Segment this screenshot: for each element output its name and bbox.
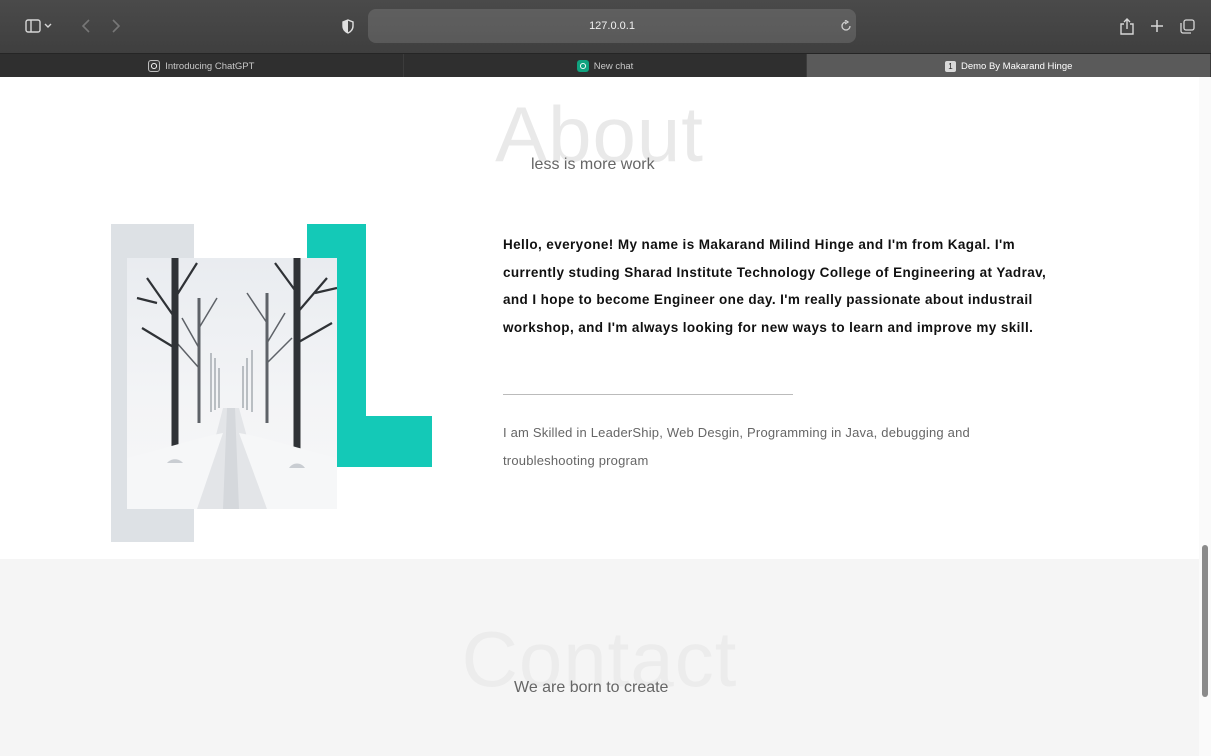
chatgpt-icon <box>148 60 161 72</box>
tab-label: Demo By Makarand Hinge <box>960 60 1073 72</box>
sidebar-toggle-icon[interactable] <box>24 16 54 36</box>
about-bio-text: Hello, everyone! My name is Makarand Mil… <box>503 237 1047 335</box>
scrollbar-thumb[interactable] <box>1202 545 1208 697</box>
contact-section: Contact We are born to create <box>0 559 1199 756</box>
page-viewport: About less is more work Hello, everyone!… <box>0 77 1199 756</box>
winter-trees-photo <box>127 258 337 509</box>
tab-demo-by-makarand-hinge[interactable]: 1 Demo By Makarand Hinge <box>807 54 1211 78</box>
tab-badge: 1 <box>944 60 956 72</box>
tab-introducing-chatgpt[interactable]: Introducing ChatGPT <box>0 54 404 78</box>
tab-bar: Introducing ChatGPT New chat 1 Demo By M… <box>0 53 1211 78</box>
address-url: 127.0.0.1 <box>589 20 635 32</box>
contact-subtitle: We are born to create <box>514 679 669 696</box>
share-icon[interactable] <box>1117 15 1137 37</box>
browser-toolbar: 127.0.0.1 <box>0 0 1211 53</box>
address-bar[interactable]: 127.0.0.1 <box>368 9 856 43</box>
about-subtitle: less is more work <box>531 156 655 173</box>
plus-icon[interactable] <box>1147 16 1167 36</box>
shield-icon[interactable] <box>338 16 358 36</box>
tab-label: Introducing ChatGPT <box>165 60 255 72</box>
tab-label: New chat <box>593 60 634 72</box>
tab-new-chat[interactable]: New chat <box>404 54 808 78</box>
about-divider <box>503 394 793 395</box>
about-skills-text: I am Skilled in LeaderShip, Web Desgin, … <box>503 425 970 468</box>
reload-icon[interactable] <box>836 16 856 36</box>
about-section: About less is more work Hello, everyone!… <box>0 77 1199 559</box>
page-scrollbar[interactable] <box>1199 77 1211 756</box>
tabs-overview-icon[interactable] <box>1177 16 1197 36</box>
chatgpt-green-icon <box>576 60 589 72</box>
chevron-right-icon[interactable] <box>106 16 126 36</box>
chevron-left-icon[interactable] <box>76 16 96 36</box>
